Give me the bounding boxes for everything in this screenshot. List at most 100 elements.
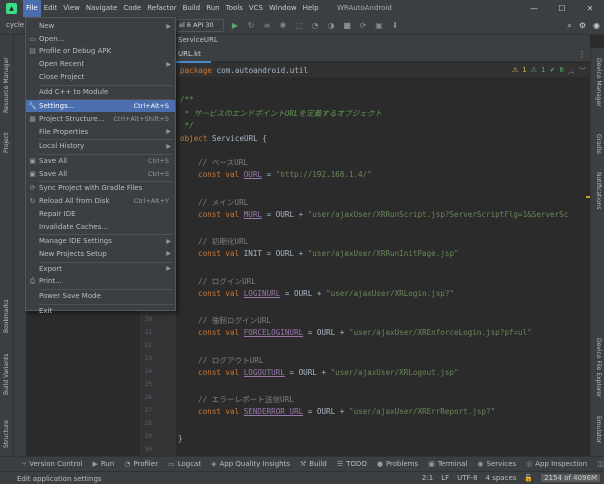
file-menu-item-new[interactable]: New ▶ xyxy=(26,20,175,32)
menu-tools[interactable]: Tools xyxy=(223,0,246,17)
indent-setting[interactable]: 4 spaces xyxy=(486,474,517,482)
file-menu-item-new-projects-setup[interactable]: New Projects Setup ▶ xyxy=(26,248,175,260)
line-number: 23 xyxy=(144,355,152,362)
structure-tab[interactable]: Structure xyxy=(3,420,10,448)
menu-item-label: Print... xyxy=(39,277,62,286)
file-menu-item-exit[interactable]: Exit xyxy=(26,305,175,317)
file-menu-item-reload-all-from-disk[interactable]: ↻ Reload All from Disk Ctrl+Alt+Y xyxy=(26,195,175,207)
constant-declaration: const val MURL = OURL + "user/ajaxUser/X… xyxy=(198,210,568,219)
device-manager-tab[interactable]: Device Manager xyxy=(595,58,602,107)
apk-icon: ▤ xyxy=(29,47,36,56)
build-variants-tab[interactable]: Build Variants xyxy=(3,354,10,395)
close-icon[interactable]: ✕ xyxy=(576,0,604,17)
inspection-widget[interactable]: ⚠ 1 ⚠ 1 ✔ 6 ︿ ﹀ xyxy=(512,66,586,76)
stop-icon[interactable]: ■ xyxy=(342,20,352,31)
menu-view[interactable]: View xyxy=(60,0,83,17)
line-number: 21 xyxy=(144,329,152,336)
chevron-right-icon: ▶ xyxy=(166,250,171,258)
menu-code[interactable]: Code xyxy=(120,0,144,17)
menu-window[interactable]: Window xyxy=(266,0,300,17)
maximize-icon[interactable]: ☐ xyxy=(548,0,576,17)
bottom-tool-layou[interactable]: ◫Layou xyxy=(597,460,604,468)
device-manager-icon[interactable]: ▣ xyxy=(374,20,384,31)
nav-crumb-serviceurl[interactable]: ServiceURL xyxy=(178,36,218,44)
file-menu-item-invalidate-caches[interactable]: Invalidate Caches... xyxy=(26,221,175,233)
bottom-tool-run[interactable]: ▶ Run xyxy=(92,460,114,468)
device-selector[interactable]: el 6 API 30 xyxy=(176,19,224,32)
menu-help[interactable]: Help xyxy=(300,0,322,17)
breadcrumb[interactable]: cycle xyxy=(6,21,24,29)
menu-edit[interactable]: Edit xyxy=(41,0,61,17)
file-menu-item-profile-or-debug-apk[interactable]: ▤ Profile or Debug APK xyxy=(26,45,175,57)
doc-text: * サービスのエンドポイントURLを定義するオブジェクト xyxy=(180,109,383,118)
lock-icon[interactable]: 🔓 xyxy=(524,474,533,482)
warning-stripe-marker[interactable] xyxy=(586,196,590,198)
minimize-icon[interactable]: — xyxy=(520,0,548,17)
memory-indicator[interactable]: 2154 of 4096M xyxy=(541,474,600,482)
rerun-icon[interactable]: ↻ xyxy=(246,20,256,31)
more-tabs-icon[interactable]: ⋮ xyxy=(578,50,586,59)
resource-manager-tab[interactable]: Resource Manager xyxy=(3,57,10,113)
menu-refactor[interactable]: Refactor xyxy=(144,0,179,17)
bottom-tool-version-control[interactable]: ⑂ Version Control xyxy=(22,460,82,468)
constant-declaration: const val LOGINURL = OURL + "user/ajaxUs… xyxy=(198,289,454,298)
file-menu-item-power-save-mode[interactable]: Power Save Mode xyxy=(26,290,175,302)
menu-file[interactable]: File xyxy=(23,0,41,17)
menu-build[interactable]: Build xyxy=(180,0,204,17)
file-menu-item-close-project[interactable]: Close Project xyxy=(26,71,175,83)
apply-changes-icon[interactable]: ≡ xyxy=(262,20,272,31)
menu-item-label: Manage IDE Settings xyxy=(39,237,112,246)
coverage-icon[interactable]: ◑ xyxy=(326,20,336,31)
gear-icon[interactable]: ⚙ xyxy=(579,20,586,31)
emulator-tab[interactable]: Emulator xyxy=(595,416,602,443)
bottom-tool-label: App Inspection xyxy=(535,460,588,468)
file-menu-item-project-structure[interactable]: ▦ Project Structure... Ctrl+Alt+Shift+S xyxy=(26,113,175,125)
bookmarks-tab[interactable]: Bookmarks xyxy=(3,299,10,333)
gradle-sync-icon[interactable]: ⟳ xyxy=(358,20,368,31)
menu-vcs[interactable]: VCS xyxy=(246,0,266,17)
file-menu-item-export[interactable]: Export ▶ xyxy=(26,263,175,275)
file-menu-item-sync-project-with-gradle-files[interactable]: ⟳ Sync Project with Gradle Files xyxy=(26,182,175,194)
bottom-tool-app-quality-insights[interactable]: ◈ App Quality Insights xyxy=(211,460,290,468)
project-tab[interactable]: Project xyxy=(3,132,10,153)
menu-navigate[interactable]: Navigate xyxy=(83,0,120,17)
file-menu-item-settings[interactable]: 🔧 Settings... Ctrl+Alt+S xyxy=(26,100,175,113)
file-menu-item-repair-ide[interactable]: Repair IDE xyxy=(26,208,175,220)
file-menu-item-open[interactable]: ▭ Open... xyxy=(26,33,175,45)
file-menu-item-add-c++-to-module[interactable]: Add C++ to Module xyxy=(26,86,175,98)
plugin-icon[interactable]: ◉ xyxy=(593,20,600,31)
bottom-tool-label: Terminal xyxy=(437,460,468,468)
file-menu-item-save-all[interactable]: ▣ Save All Ctrl+S xyxy=(26,168,175,180)
line-separator[interactable]: LF xyxy=(441,474,449,482)
bottom-tool-app-inspection[interactable]: ◎ App Inspection xyxy=(526,460,587,468)
file-menu-item-print[interactable]: ⎙ Print... xyxy=(26,275,175,287)
file-menu-item-file-properties[interactable]: File Properties ▶ xyxy=(26,126,175,138)
menu-run[interactable]: Run xyxy=(203,0,222,17)
profile-icon[interactable]: ◔ xyxy=(310,20,320,31)
file-menu-item-open-recent[interactable]: Open Recent ▶ xyxy=(26,58,175,70)
editor-tab-serviceurl[interactable]: URL.kt xyxy=(178,50,201,58)
chevron-down-icon[interactable]: ﹀ xyxy=(579,66,586,76)
sdk-manager-icon[interactable]: ⬇ xyxy=(390,20,400,31)
notifications-tab[interactable]: Notifications xyxy=(595,172,602,210)
bottom-tool-todo[interactable]: ☰ TODO xyxy=(337,460,367,468)
bottom-tool-terminal[interactable]: ▣ Terminal xyxy=(428,460,467,468)
bottom-tool-build[interactable]: ⚒ Build xyxy=(300,460,327,468)
device-file-explorer-tab[interactable]: Device File Explorer xyxy=(595,338,602,397)
gradle-tab[interactable]: Gradle xyxy=(595,134,602,154)
file-menu-item-local-history[interactable]: Local History ▶ xyxy=(26,140,175,152)
run-icon[interactable]: ▶ xyxy=(230,20,240,31)
bottom-tool-logcat[interactable]: ▭ Logcat xyxy=(168,460,201,468)
bottom-tool-services[interactable]: ◉ Services xyxy=(477,460,516,468)
file-menu-item-manage-ide-settings[interactable]: Manage IDE Settings ▶ xyxy=(26,235,175,247)
bottom-tool-problems[interactable]: ● Problems xyxy=(377,460,418,468)
file-encoding[interactable]: UTF-8 xyxy=(457,474,477,482)
url-string[interactable]: "http://192.168.1.4/" xyxy=(276,170,372,179)
file-menu-item-save-all[interactable]: ▣ Save All Ctrl+S xyxy=(26,155,175,167)
search-icon[interactable]: ⌕ xyxy=(567,20,571,31)
caret-position[interactable]: 2:1 xyxy=(422,474,433,482)
bottom-tool-profiler[interactable]: ◔ Profiler xyxy=(124,460,158,468)
attach-debugger-icon[interactable]: ⬚ xyxy=(294,20,304,31)
debug-icon[interactable]: ✱ xyxy=(278,20,288,31)
chevron-up-icon[interactable]: ︿ xyxy=(568,66,575,76)
